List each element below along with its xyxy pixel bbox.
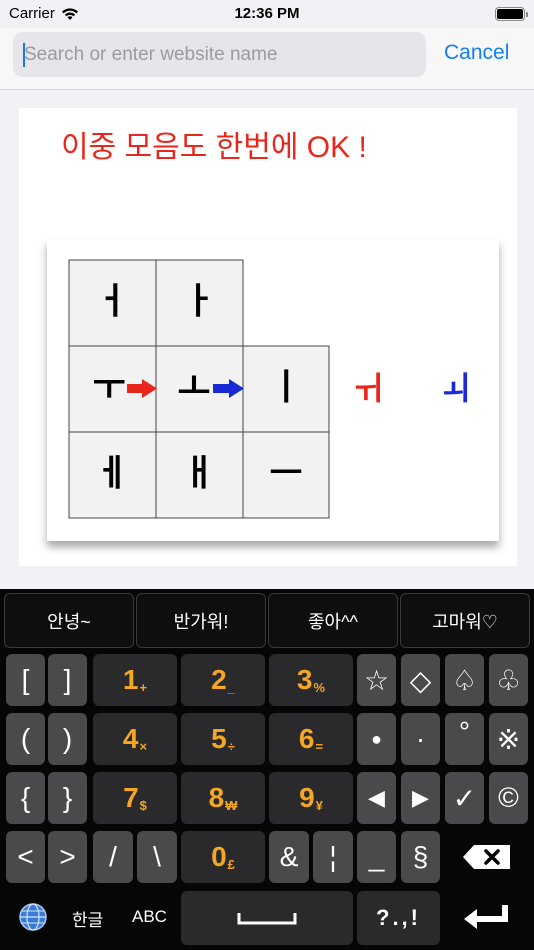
search-input[interactable] — [13, 32, 426, 77]
key-broken-bar[interactable]: ¦ — [313, 831, 353, 883]
key-diamond[interactable]: ◇ — [401, 654, 440, 706]
key-ampersand[interactable]: & — [269, 831, 309, 883]
vowel-diagram: ㅓ ㅏ ㅜ ㅗ ㅣ ㅔ ㅐ ㅡ ㅟ ㅚ — [47, 239, 499, 541]
key-brace-open[interactable]: { — [6, 772, 45, 824]
key-greater-than[interactable]: > — [48, 831, 87, 883]
key-degree[interactable]: ° — [445, 713, 484, 765]
korean-mode-key[interactable]: 한글 — [72, 906, 103, 931]
key-5[interactable]: 5 ÷ — [181, 713, 265, 765]
key-club[interactable]: ♧ — [489, 654, 528, 706]
key-9[interactable]: 9 ¥ — [269, 772, 353, 824]
key-bracket-close[interactable]: ] — [48, 654, 87, 706]
key-bracket-open[interactable]: [ — [6, 654, 45, 706]
return-key[interactable] — [445, 889, 528, 945]
punctuation-key[interactable]: ?.,! — [357, 891, 440, 945]
key-copyright[interactable]: © — [489, 772, 528, 824]
key-left-triangle[interactable]: ◀ — [357, 772, 396, 824]
key-2[interactable]: 2 _ — [181, 654, 265, 706]
custom-keyboard: 안녕~ 반가워! 좋아^^ 고마워♡ [ ] 1 + 2 _ 3% ☆ ◇ ♤ ♧ … — [0, 589, 534, 950]
vowel-eu: ㅡ — [269, 453, 302, 494]
space-icon — [237, 913, 297, 925]
text-caret — [23, 43, 25, 67]
key-reference-mark[interactable]: ※ — [489, 713, 528, 765]
result-oe: ㅚ — [441, 369, 470, 407]
backspace-key[interactable] — [445, 831, 528, 883]
search-bar: Cancel — [0, 28, 534, 90]
vowel-e: ㅔ — [95, 453, 128, 494]
phrase-key-3[interactable]: 좋아^^ — [268, 593, 398, 648]
key-4[interactable]: 4 × — [93, 713, 177, 765]
key-6[interactable]: 6 = — [269, 713, 353, 765]
key-spade[interactable]: ♤ — [445, 654, 484, 706]
key-checkmark[interactable]: ✓ — [445, 772, 484, 824]
key-3[interactable]: 3% — [269, 654, 353, 706]
search-suggestions-area: 이중 모음도 한번에 OK ! ㅓ ㅏ ㅜ ㅗ ㅣ ㅔ ㅐ ㅡ ㅟ ㅚ — [0, 91, 534, 589]
backspace-icon — [462, 845, 510, 869]
status-time: 12:36 PM — [234, 5, 300, 22]
key-paren-open[interactable]: ( — [6, 713, 45, 765]
status-bar: Carrier 12:36 PM — [0, 0, 534, 28]
space-key[interactable] — [181, 891, 353, 945]
key-7[interactable]: 7 $ — [93, 772, 177, 824]
vowel-i: ㅣ — [269, 367, 302, 408]
vowel-ae: ㅐ — [182, 453, 215, 494]
key-brace-close[interactable]: } — [48, 772, 87, 824]
phrase-key-1[interactable]: 안녕~ — [4, 593, 134, 648]
key-backslash[interactable]: \ — [137, 831, 177, 883]
promo-headline: 이중 모음도 한번에 OK ! — [61, 131, 367, 164]
key-1[interactable]: 1 + — [93, 654, 177, 706]
vowel-grid-svg: ㅓ ㅏ ㅜ ㅗ ㅣ ㅔ ㅐ ㅡ ㅟ ㅚ — [68, 259, 471, 519]
key-underscore[interactable]: _ — [357, 831, 396, 883]
result-wi: ㅟ — [353, 369, 382, 407]
return-icon — [463, 905, 508, 929]
key-bullet[interactable]: ● — [357, 713, 396, 765]
globe-icon — [19, 903, 47, 931]
vowel-a: ㅏ — [182, 281, 215, 322]
key-slash[interactable]: / — [93, 831, 133, 883]
promo-image: 이중 모음도 한번에 OK ! ㅓ ㅏ ㅜ ㅗ ㅣ ㅔ ㅐ ㅡ ㅟ ㅚ — [19, 108, 517, 566]
cancel-button[interactable]: Cancel — [444, 41, 509, 65]
phrase-key-2[interactable]: 반가워! — [136, 593, 266, 648]
battery-icon — [495, 7, 528, 21]
vowel-eo: ㅓ — [95, 281, 128, 322]
vowel-o: ㅗ — [177, 367, 210, 408]
phrase-key-4[interactable]: 고마워♡ — [400, 593, 530, 648]
key-middle-dot[interactable]: · — [401, 713, 440, 765]
key-paren-close[interactable]: ) — [48, 713, 87, 765]
key-right-triangle[interactable]: ▶ — [401, 772, 440, 824]
key-section[interactable]: § — [401, 831, 440, 883]
key-star[interactable]: ☆ — [357, 654, 396, 706]
key-0[interactable]: 0 £ — [181, 831, 265, 883]
globe-key[interactable] — [6, 889, 60, 945]
vowel-u: ㅜ — [92, 367, 125, 408]
key-8[interactable]: 8 ₩ — [181, 772, 265, 824]
key-less-than[interactable]: < — [6, 831, 45, 883]
abc-mode-key[interactable]: ABC — [132, 907, 167, 927]
